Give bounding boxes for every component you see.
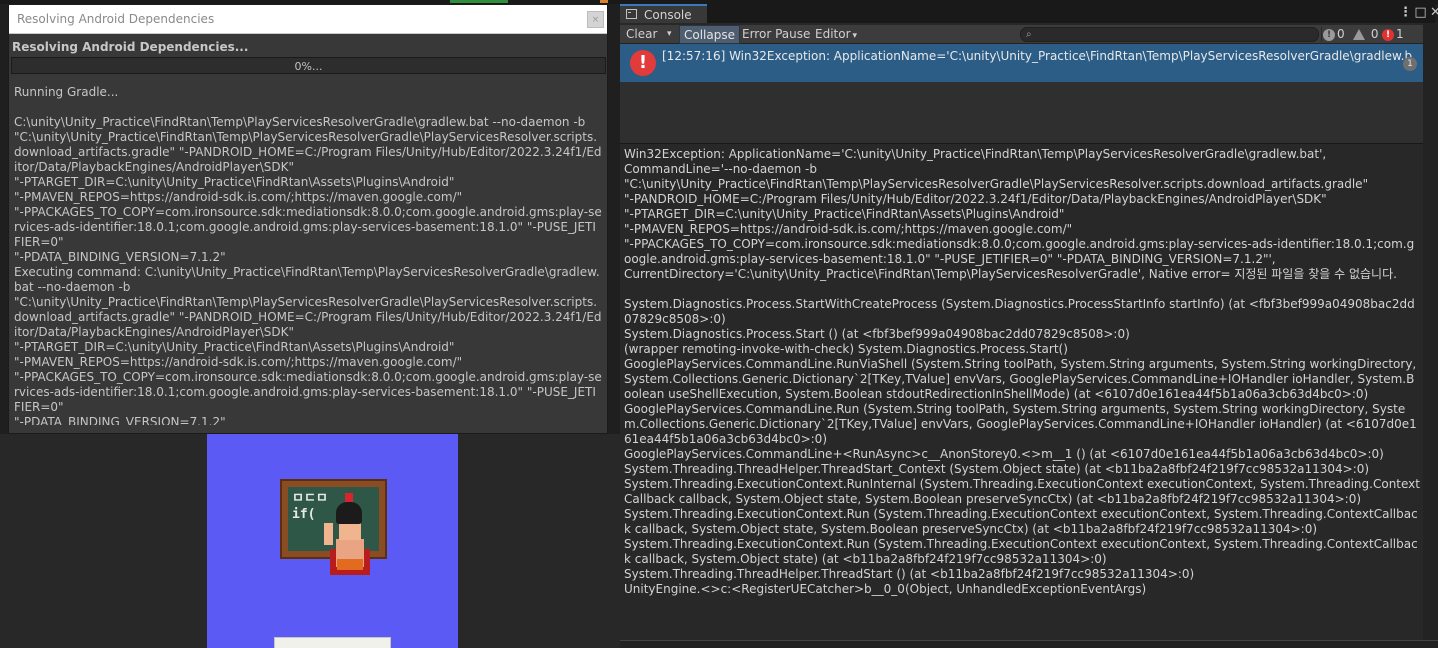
tab-console[interactable]: Console (620, 4, 707, 23)
resolving-dependencies-dialog: Resolving Android Dependencies × Resolvi… (8, 4, 608, 434)
console-window: Console ⋮ □ ✕ Clear ▾ Collapse Error Pause… (620, 4, 1438, 640)
close-icon[interactable]: × (587, 11, 604, 28)
play-mode-indicator (450, 0, 508, 3)
warning-count: 0 (1370, 27, 1379, 41)
dialog-title: Resolving Android Dependencies (17, 12, 215, 26)
divider (1321, 27, 1322, 42)
toolbar-accent (600, 0, 608, 3)
warning-count-toggle[interactable]: 0 (1353, 25, 1378, 44)
search-icon: ⌕ (1026, 29, 1032, 40)
character-arm (324, 523, 333, 545)
close-icon[interactable]: ✕ (1428, 4, 1438, 22)
gradle-log: Running Gradle... C:\unity\Unity_Practic… (14, 85, 602, 425)
console-toolbar: Clear ▾ Collapse Error Pause Editor ▾ ⌕ !… (620, 25, 1423, 44)
collapse-toggle[interactable]: Collapse (679, 25, 740, 44)
editor-right-edge (1423, 22, 1438, 648)
error-icon: ! (630, 50, 656, 76)
chalkboard-text: ㅁㄷㅁ if( (292, 491, 328, 522)
info-count-toggle[interactable]: ! 0 (1323, 25, 1345, 44)
error-count: 1 (1396, 27, 1404, 41)
maximize-icon[interactable]: □ (1413, 4, 1428, 22)
info-icon: ! (1323, 28, 1335, 41)
character-skirt (337, 559, 363, 570)
error-count-toggle[interactable]: ! 1 (1382, 25, 1404, 44)
console-entry-message: [12:57:16] Win32Exception: ApplicationNa… (662, 49, 1412, 63)
spartan-character-sprite (324, 493, 384, 591)
warning-icon (1353, 29, 1365, 40)
dialog-heading: Resolving Android Dependencies... (12, 40, 249, 54)
search-input[interactable]: ⌕ (1020, 27, 1319, 42)
more-options-icon[interactable]: ⋮ (1398, 4, 1413, 22)
dialog-titlebar[interactable]: Resolving Android Dependencies × (9, 5, 607, 34)
tab-console-label: Console (644, 8, 692, 22)
start-button-sprite (274, 637, 391, 648)
clear-dropdown-icon[interactable]: ▾ (664, 25, 675, 44)
console-list-empty-area (620, 82, 1423, 143)
progress-label: 0%... (294, 60, 323, 73)
character-plume (345, 493, 353, 502)
console-splitter[interactable] (620, 143, 1423, 144)
console-tabbar: Console ⋮ □ ✕ (620, 4, 1438, 23)
character-helmet (336, 502, 362, 524)
divider (620, 640, 1438, 641)
console-entry[interactable]: ! [12:57:16] Win32Exception: Application… (620, 44, 1423, 82)
error-icon: ! (1382, 28, 1394, 41)
chevron-down-icon: ▾ (852, 31, 858, 41)
editor-bottom-bar (620, 640, 1438, 648)
clear-button[interactable]: Clear (622, 25, 661, 44)
console-icon (626, 9, 637, 19)
info-count: 0 (1337, 27, 1345, 41)
window-buttons: ⋮ □ ✕ (1398, 4, 1438, 23)
editor-dropdown[interactable]: Editor ▾ (811, 25, 861, 44)
console-detail-stacktrace: Win32Exception: ApplicationName='C:\unit… (624, 147, 1420, 596)
editor-dropdown-label: Editor (815, 27, 851, 41)
game-view[interactable]: ㅁㄷㅁ if( (207, 434, 458, 648)
error-pause-toggle[interactable]: Error Pause (738, 25, 814, 44)
console-entry-count: 1 (1403, 57, 1417, 71)
progress-bar: 0%... (11, 57, 606, 74)
